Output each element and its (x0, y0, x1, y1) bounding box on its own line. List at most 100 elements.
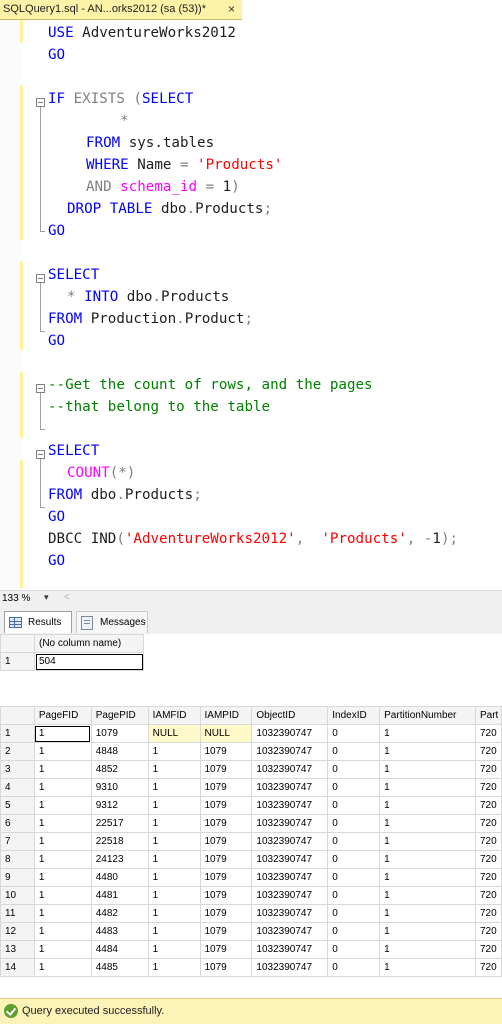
table-cell[interactable]: 1 (379, 922, 476, 941)
column-header[interactable]: Part (474, 706, 502, 725)
row-number[interactable]: 13 (0, 940, 35, 959)
table-cell[interactable]: 0 (327, 850, 381, 869)
column-header[interactable]: IAMFID (147, 706, 201, 725)
table-cell[interactable]: 1 (33, 742, 92, 761)
table-cell[interactable]: 1 (379, 724, 476, 743)
table-cell[interactable]: 4482 (90, 904, 149, 923)
row-number[interactable]: 8 (0, 850, 35, 869)
collapse-icon[interactable] (36, 98, 45, 107)
table-cell[interactable]: 1032390747 (251, 940, 329, 959)
table-cell[interactable]: 1 (379, 850, 476, 869)
sql-editor[interactable]: USE AdventureWorks2012 GO IF EXISTS (SEL… (0, 20, 502, 590)
table-cell[interactable]: 1032390747 (251, 778, 329, 797)
table-cell[interactable]: NULL (147, 724, 201, 743)
table-cell[interactable]: 1 (33, 922, 92, 941)
row-number[interactable]: 9 (0, 868, 35, 887)
table-cell[interactable]: 1 (147, 958, 201, 977)
table-cell[interactable]: 0 (327, 796, 381, 815)
table-cell[interactable]: 1079 (199, 940, 253, 959)
table-cell[interactable]: 1 (33, 868, 92, 887)
column-header[interactable]: PartitionNumber (379, 706, 476, 725)
row-number[interactable]: 3 (0, 760, 35, 779)
table-cell[interactable]: 720 (474, 868, 502, 887)
table-cell[interactable]: 1079 (199, 742, 253, 761)
row-number[interactable]: 7 (0, 832, 35, 851)
collapse-icon[interactable] (36, 384, 45, 393)
table-cell[interactable]: 22517 (90, 814, 149, 833)
table-cell[interactable]: 0 (327, 886, 381, 905)
table-cell[interactable]: 720 (474, 940, 502, 959)
table-cell[interactable]: 0 (327, 958, 381, 977)
table-cell[interactable]: 4852 (90, 760, 149, 779)
table-cell[interactable]: 1 (147, 868, 201, 887)
table-cell[interactable]: 1079 (199, 958, 253, 977)
table-cell[interactable]: 720 (474, 886, 502, 905)
table-cell[interactable]: 720 (474, 850, 502, 869)
table-cell[interactable]: 4483 (90, 922, 149, 941)
table-cell[interactable]: 1 (379, 904, 476, 923)
close-icon[interactable]: × (228, 2, 235, 16)
table-cell[interactable]: 720 (474, 814, 502, 833)
table-cell[interactable]: 1 (33, 958, 92, 977)
scroll-left-icon[interactable]: < (64, 592, 70, 603)
table-cell[interactable]: 1 (147, 814, 201, 833)
table-cell[interactable]: 1 (33, 796, 92, 815)
table-cell[interactable]: 1 (147, 796, 201, 815)
tab-results[interactable]: Results (4, 611, 72, 633)
row-number[interactable]: 6 (0, 814, 35, 833)
table-cell[interactable]: NULL (199, 724, 253, 743)
table-cell[interactable]: 720 (474, 832, 502, 851)
table-cell[interactable]: 1032390747 (251, 742, 329, 761)
table-cell[interactable]: 1032390747 (251, 814, 329, 833)
table-cell[interactable]: 1 (147, 940, 201, 959)
table-cell[interactable]: 1 (33, 940, 92, 959)
table-cell[interactable]: 1 (379, 886, 476, 905)
table-cell[interactable]: 1 (379, 958, 476, 977)
table-cell[interactable]: 1032390747 (251, 796, 329, 815)
table-cell[interactable]: 1032390747 (251, 850, 329, 869)
table-cell[interactable]: 1079 (199, 832, 253, 851)
table-cell[interactable]: 1 (33, 886, 92, 905)
table-cell[interactable]: 1032390747 (251, 868, 329, 887)
column-header[interactable]: PagePID (90, 706, 149, 725)
table-cell[interactable]: 1 (379, 868, 476, 887)
table-cell[interactable]: 1 (379, 940, 476, 959)
table-cell[interactable]: 0 (327, 904, 381, 923)
query-tab[interactable]: SQLQuery1.sql - AN...orks2012 (sa (53))*… (0, 0, 242, 20)
table-cell[interactable]: 1 (33, 724, 92, 743)
table-cell[interactable]: 1079 (199, 814, 253, 833)
table-cell[interactable]: 720 (474, 958, 502, 977)
table-cell[interactable]: 4848 (90, 742, 149, 761)
row-number[interactable]: 11 (0, 904, 35, 923)
table-cell[interactable]: 1032390747 (251, 922, 329, 941)
row-number[interactable]: 5 (0, 796, 35, 815)
table-cell[interactable]: 1032390747 (251, 724, 329, 743)
table-cell[interactable]: 1 (379, 796, 476, 815)
table-cell[interactable]: 1 (33, 832, 92, 851)
collapse-icon[interactable] (36, 274, 45, 283)
table-cell[interactable]: 0 (327, 940, 381, 959)
table-cell[interactable]: 9312 (90, 796, 149, 815)
column-header[interactable]: IAMPID (199, 706, 253, 725)
table-cell[interactable]: 1 (33, 850, 92, 869)
row-number[interactable]: 1 (0, 724, 35, 743)
table-cell[interactable]: 1 (33, 814, 92, 833)
table-cell[interactable]: 0 (327, 922, 381, 941)
row-number[interactable]: 4 (0, 778, 35, 797)
table-cell[interactable]: 1 (379, 778, 476, 797)
column-header[interactable]: (No column name) (34, 634, 144, 653)
table-cell[interactable]: 0 (327, 778, 381, 797)
result-grid-pages[interactable]: PageFID PagePID IAMFID IAMPID ObjectID I… (0, 706, 502, 977)
table-cell[interactable]: 720 (474, 904, 502, 923)
result-grid-count[interactable]: (No column name) 1 504 (0, 634, 144, 671)
chevron-down-icon[interactable]: ▾ (44, 592, 49, 603)
table-cell[interactable]: 1 (147, 832, 201, 851)
table-cell[interactable]: 0 (327, 760, 381, 779)
table-cell[interactable]: 1 (147, 778, 201, 797)
table-cell[interactable]: 1 (147, 904, 201, 923)
table-cell[interactable]: 1079 (199, 796, 253, 815)
table-cell[interactable]: 1 (33, 904, 92, 923)
table-cell[interactable]: 0 (327, 742, 381, 761)
table-cell[interactable]: 1 (147, 850, 201, 869)
table-cell[interactable]: 4484 (90, 940, 149, 959)
